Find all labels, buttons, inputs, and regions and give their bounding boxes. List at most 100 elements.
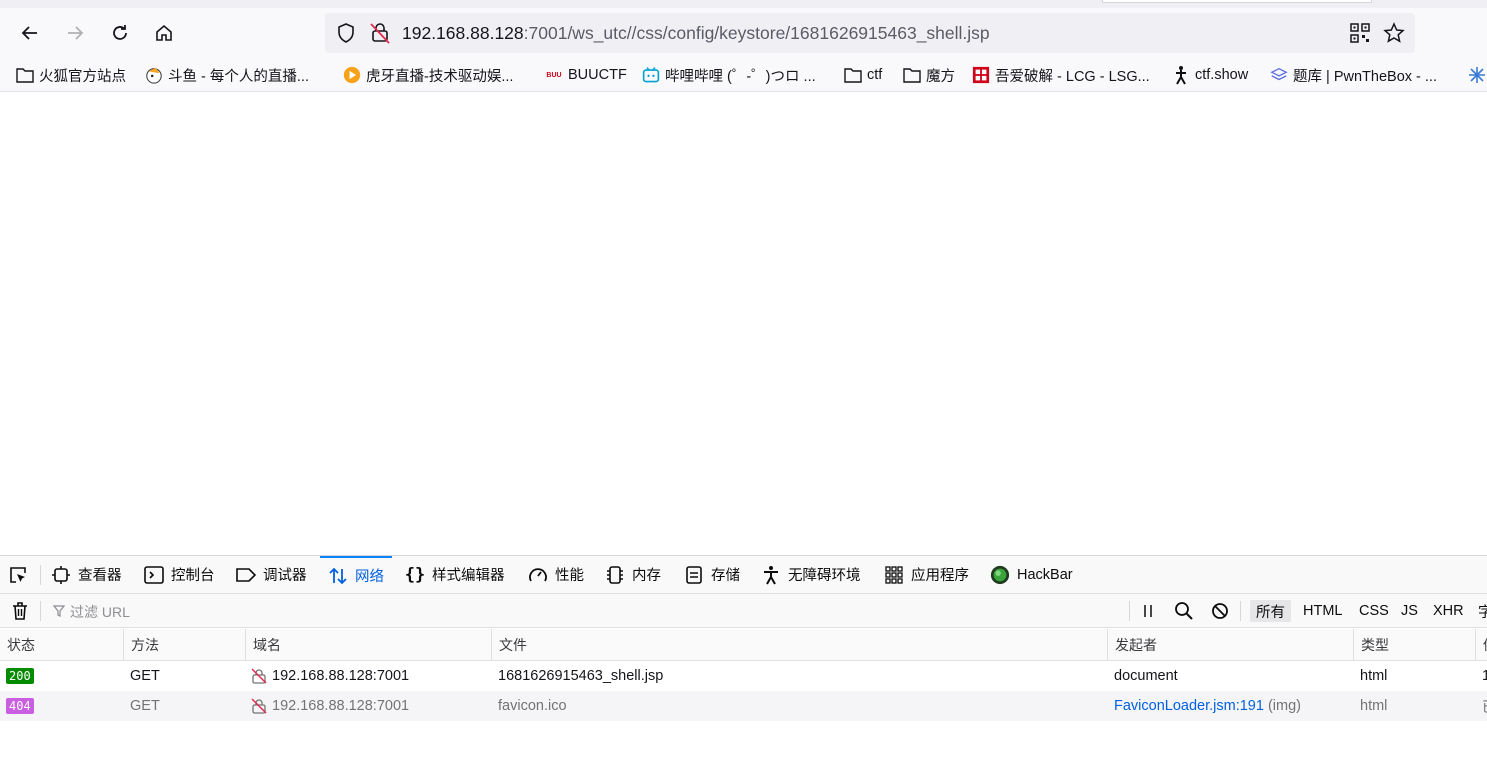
- bookmark-label: 题库 | PwnTheBox - ...: [1293, 68, 1437, 85]
- console-icon: [144, 565, 164, 585]
- request-type: html: [1360, 668, 1388, 684]
- insecure-lock-icon[interactable]: [370, 22, 390, 44]
- clear-button[interactable]: [10, 601, 30, 621]
- qr-code-icon[interactable]: [1350, 23, 1370, 43]
- bookmark-item[interactable]: 魔方: [903, 65, 955, 85]
- bookmark-item[interactable]: ctf: [844, 65, 882, 85]
- request-initiator: document: [1114, 668, 1178, 684]
- filter-type-html[interactable]: HTML: [1297, 600, 1348, 622]
- filter-type-js[interactable]: JS: [1395, 600, 1424, 622]
- table-row[interactable]: 404 GET 192.168.88.128:7001 favicon.ico …: [0, 691, 1487, 721]
- url-host: 192.168.88.128: [402, 23, 524, 43]
- home-icon: [156, 24, 172, 41]
- bookmark-item[interactable]: 斗鱼 - 每个人的直播...: [145, 65, 309, 85]
- bookmark-item[interactable]: 虎牙直播-技术驱动娱...: [343, 65, 513, 85]
- request-table-header: 状态 方法 域名 文件 发起者 类型 传: [0, 629, 1487, 661]
- request-transferred: 1: [1482, 668, 1487, 684]
- bookmark-label: 火狐官方站点: [39, 68, 126, 85]
- tab-performance[interactable]: 性能: [528, 556, 584, 593]
- column-initiator[interactable]: 发起者: [1108, 629, 1354, 660]
- bilibili-icon: [642, 66, 660, 84]
- bookmark-item[interactable]: ctf.show: [1172, 65, 1248, 85]
- column-status[interactable]: 状态: [0, 629, 124, 660]
- home-button[interactable]: [149, 18, 179, 48]
- tab-strip: [0, 0, 1487, 8]
- tab-application[interactable]: 应用程序: [884, 556, 969, 593]
- initiator-link[interactable]: FaviconLoader.jsm: [1114, 698, 1236, 714]
- filter-type-font[interactable]: 字: [1472, 600, 1487, 622]
- bookmark-item[interactable]: [1468, 65, 1487, 85]
- initiator-cause: (img): [1263, 698, 1301, 714]
- table-row[interactable]: 200 GET 192.168.88.128:7001 168162691546…: [0, 661, 1487, 691]
- bookmark-label: 吾爱破解 - LCG - LSG...: [995, 68, 1150, 85]
- buuctf-icon: BUU: [546, 71, 562, 79]
- tab-separator: [40, 565, 41, 585]
- storage-icon: [684, 565, 704, 585]
- column-file[interactable]: 文件: [492, 629, 1108, 660]
- tab-accessibility[interactable]: 无障碍环境: [761, 556, 861, 593]
- inspector-icon: [51, 565, 71, 585]
- accessibility-icon: [761, 565, 781, 585]
- status-badge: 404: [6, 698, 34, 714]
- devtools-panel: 查看器 控制台 调试器 网络 {} 样式编辑器 性能 内存 存储 无障碍环境 应…: [0, 555, 1487, 776]
- filter-type-xhr[interactable]: XHR: [1427, 600, 1470, 622]
- address-bar[interactable]: 192.168.88.128:7001/ws_utc//css/config/k…: [325, 13, 1415, 53]
- tab-storage[interactable]: 存储: [684, 556, 740, 593]
- bookmark-item[interactable]: 火狐官方站点: [16, 65, 126, 85]
- pause-button[interactable]: [1140, 602, 1156, 620]
- url-text[interactable]: 192.168.88.128:7001/ws_utc//css/config/k…: [402, 23, 990, 44]
- block-button[interactable]: [1210, 601, 1230, 621]
- tab-inspector[interactable]: 查看器: [51, 556, 122, 593]
- forward-button[interactable]: [60, 18, 90, 48]
- request-domain: 192.168.88.128:7001: [272, 698, 410, 714]
- bookmark-item[interactable]: BUU BUUCTF: [545, 65, 627, 85]
- devtools-tab-bar: 查看器 控制台 调试器 网络 {} 样式编辑器 性能 内存 存储 无障碍环境 应…: [0, 556, 1487, 594]
- reload-button[interactable]: [105, 18, 135, 48]
- block-icon: [1212, 603, 1228, 619]
- filter-type-css[interactable]: CSS: [1353, 600, 1395, 622]
- bookmark-item[interactable]: 哔哩哔哩 (゜-゜)つロ ...: [642, 65, 816, 85]
- page-content: [0, 93, 1487, 555]
- column-domain[interactable]: 域名: [246, 629, 492, 660]
- application-icon: [884, 565, 904, 585]
- tab-label: 控制台: [171, 568, 215, 584]
- toolbar-separator: [40, 601, 41, 621]
- bookmark-item[interactable]: 吾爱破解 - LCG - LSG...: [972, 65, 1150, 85]
- column-method[interactable]: 方法: [124, 629, 246, 660]
- tab-hackbar[interactable]: HackBar: [990, 556, 1073, 593]
- element-picker-button[interactable]: [8, 556, 35, 593]
- network-icon: [328, 566, 348, 586]
- tab-network[interactable]: 网络: [320, 556, 392, 593]
- pause-icon: [1144, 605, 1152, 617]
- request-type: html: [1360, 698, 1388, 714]
- ctfshow-icon: [1172, 66, 1190, 85]
- tab-console[interactable]: 控制台: [144, 556, 215, 593]
- folder-icon: [903, 66, 921, 84]
- tab-memory[interactable]: 内存: [605, 556, 661, 593]
- back-button[interactable]: [15, 18, 45, 48]
- column-type[interactable]: 类型: [1354, 629, 1476, 660]
- insecure-connection-icon: [251, 698, 267, 714]
- shield-icon[interactable]: [335, 22, 357, 44]
- tab-debugger[interactable]: 调试器: [236, 556, 307, 593]
- insecure-connection-icon: [251, 668, 267, 684]
- search-icon: [1175, 602, 1193, 620]
- memory-icon: [605, 565, 625, 585]
- bookmark-star-icon[interactable]: [1383, 22, 1405, 44]
- filter-url-input[interactable]: [50, 598, 1120, 624]
- tab-label: 内存: [632, 568, 661, 584]
- active-tab-edge[interactable]: [1102, 0, 1372, 3]
- bookmark-label: 斗鱼 - 每个人的直播...: [168, 68, 309, 85]
- column-transferred[interactable]: 传: [1476, 629, 1487, 660]
- performance-icon: [528, 565, 548, 585]
- tab-label: 调试器: [263, 568, 307, 584]
- search-button[interactable]: [1174, 601, 1194, 621]
- bookmark-item[interactable]: 题库 | PwnTheBox - ...: [1270, 65, 1437, 85]
- trash-icon: [13, 602, 27, 620]
- filter-type-all[interactable]: 所有: [1250, 600, 1291, 622]
- tab-label: 存储: [711, 568, 740, 584]
- tab-style-editor[interactable]: {} 样式编辑器: [405, 556, 505, 593]
- bookmark-label: BUUCTF: [568, 67, 627, 83]
- initiator-line[interactable]: :191: [1236, 698, 1264, 714]
- request-initiator[interactable]: FaviconLoader.jsm:191 (img): [1114, 691, 1301, 721]
